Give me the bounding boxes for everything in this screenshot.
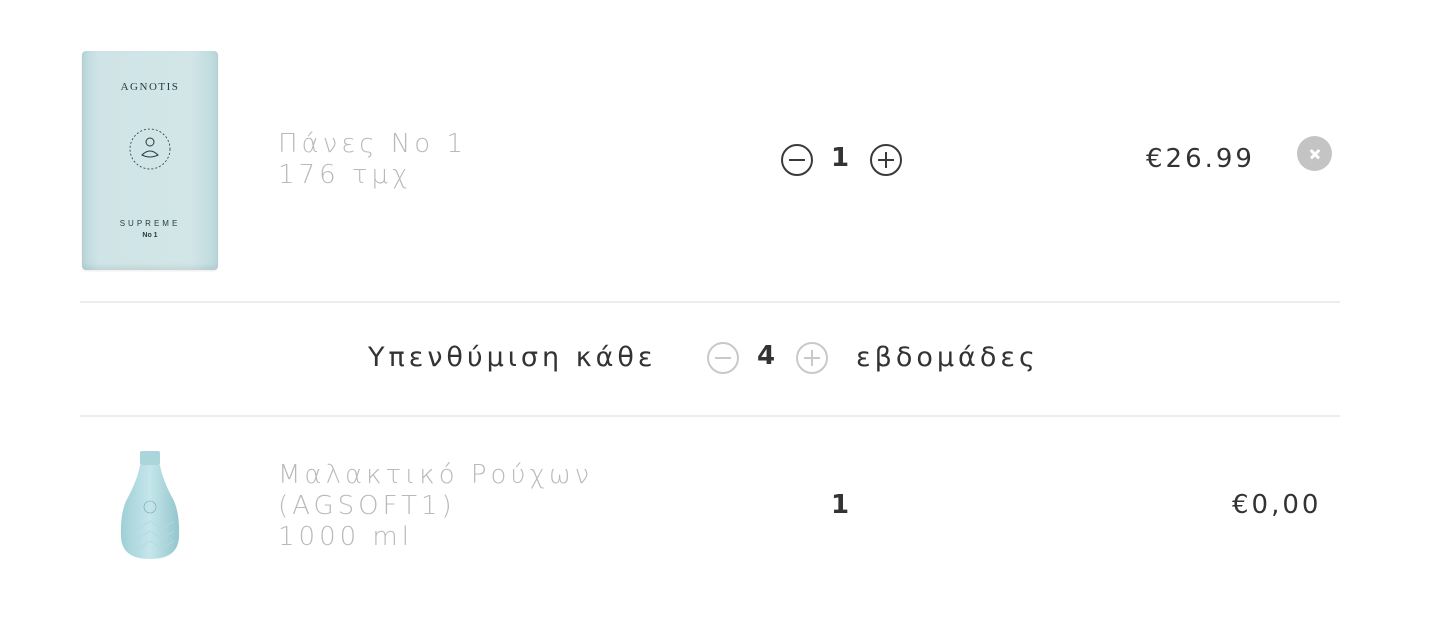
product-name-line: Μαλακτικό Ρούχων: [278, 460, 594, 490]
product-name[interactable]: Μαλακτικό Ρούχων (AGSOFT1) 1000 ml: [278, 460, 593, 553]
softener-bottle-image: [120, 451, 180, 559]
product-code-line: (AGSOFT1): [278, 491, 456, 521]
quantity-value: 1: [830, 490, 850, 520]
cart-item-row: Μαλακτικό Ρούχων (AGSOFT1) 1000 ml 1 €0,…: [80, 0, 1340, 624]
item-price: €0,00: [1232, 490, 1322, 520]
product-size-line: 1000 ml: [278, 522, 413, 552]
